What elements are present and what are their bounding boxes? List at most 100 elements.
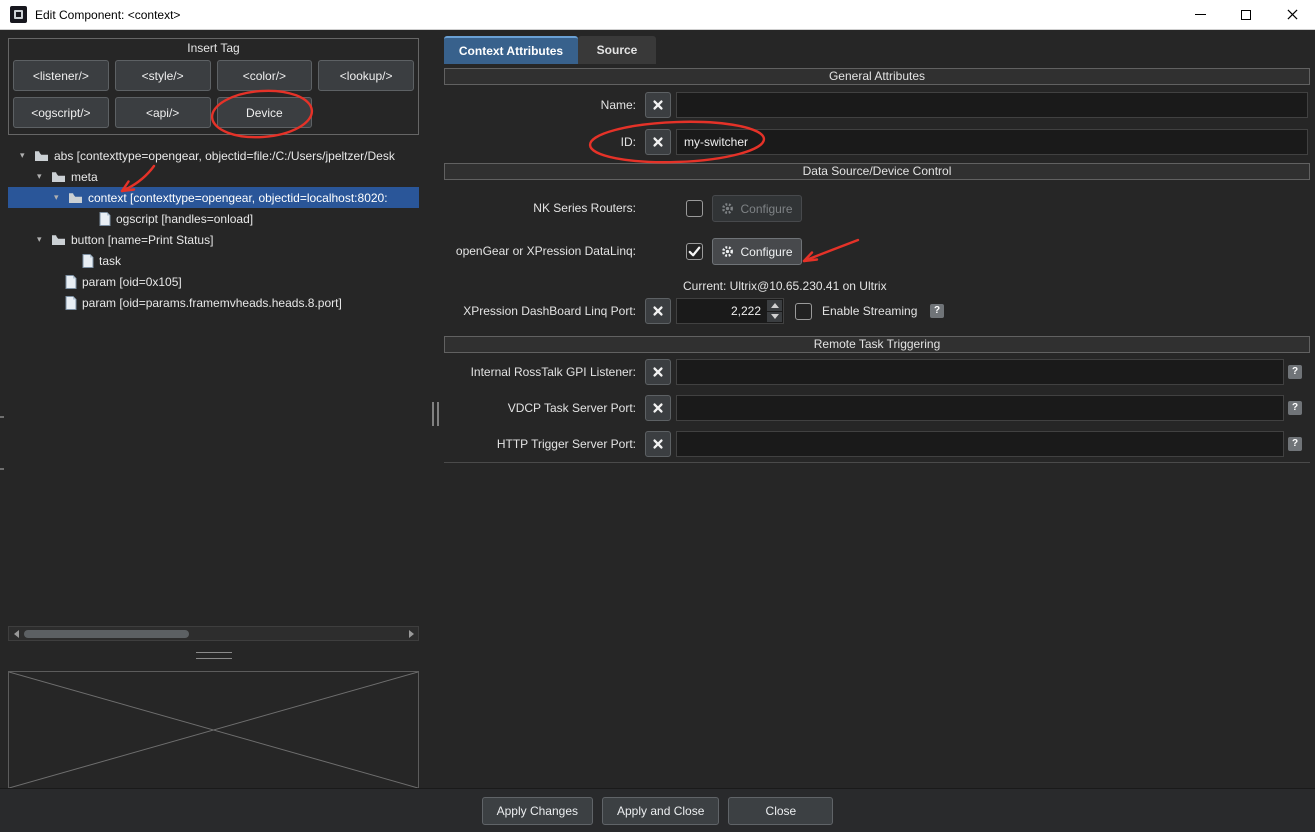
left-arrow-icon (13, 629, 19, 638)
tree-item-context[interactable]: ▾ context [contexttype=opengear, objecti… (8, 187, 419, 208)
minimize-icon (1194, 14, 1206, 15)
clear-port-button[interactable] (645, 298, 671, 324)
section-header-general: General Attributes (444, 68, 1310, 85)
insert-lookup-button[interactable]: <lookup/> (318, 60, 414, 91)
linq-port-value: 2,222 (730, 304, 761, 318)
id-label: ID: (620, 135, 636, 149)
http-help-badge[interactable]: ? (1288, 437, 1302, 451)
insert-tag-group: Insert Tag <listener/> <style/> <color/>… (8, 38, 419, 135)
tree-item-task[interactable]: task (8, 250, 419, 271)
tree-item-label: param [oid=0x105] (82, 274, 182, 289)
close-dialog-button[interactable]: Close (728, 796, 834, 825)
section-header-device-control: Data Source/Device Control (444, 163, 1310, 180)
tree-item-abs[interactable]: ▾ abs [contexttype=opengear, objectid=fi… (8, 145, 419, 166)
nk-routers-checkbox[interactable] (686, 200, 703, 217)
file-icon (82, 253, 94, 268)
insert-ogscript-button[interactable]: <ogscript/> (13, 97, 109, 128)
clear-name-button[interactable] (645, 92, 671, 118)
streaming-help-badge[interactable]: ? (930, 304, 944, 318)
gpi-listener-input[interactable] (676, 359, 1284, 385)
tree-item-label: task (99, 253, 122, 268)
tree-item-param-0x105[interactable]: param [oid=0x105] (8, 271, 419, 292)
name-label: Name: (600, 98, 636, 112)
tree-item-meta[interactable]: ▾ meta (8, 166, 419, 187)
name-input[interactable] (676, 92, 1308, 118)
configure-button-label: Configure (740, 201, 793, 216)
tree-item-label: abs [contexttype=opengear, objectid=file… (54, 148, 395, 163)
tab-context-attributes[interactable]: Context Attributes (444, 36, 578, 64)
clear-vdcp-port-button[interactable] (645, 395, 671, 421)
clear-id-button[interactable] (645, 129, 671, 155)
spinner-buttons (766, 299, 783, 323)
annotation-arrowhead-configure (802, 251, 819, 263)
check-icon (688, 246, 701, 257)
gpi-listener-label: Internal RossTalk GPI Listener: (470, 365, 636, 379)
maximize-icon (1241, 9, 1251, 20)
insert-style-button[interactable]: <style/> (114, 60, 211, 91)
x-icon (653, 137, 663, 147)
expand-arrow-icon[interactable]: ▾ (37, 234, 51, 245)
http-port-input[interactable] (676, 431, 1284, 457)
datalinq-configure-button[interactable]: Configure (712, 238, 802, 265)
x-icon (653, 100, 663, 110)
enable-streaming-checkbox[interactable] (795, 303, 812, 320)
scroll-left-button[interactable] (9, 627, 23, 640)
scrollbar-thumb[interactable] (24, 630, 189, 638)
gear-icon (722, 203, 734, 214)
close-button[interactable] (1269, 0, 1315, 29)
preview-pane (8, 671, 419, 789)
configure-button-label: Configure (740, 244, 793, 259)
clear-http-port-button[interactable] (645, 431, 671, 457)
file-icon (65, 295, 77, 310)
expand-arrow-icon[interactable]: ▾ (37, 171, 51, 182)
gpi-help-badge[interactable]: ? (1288, 365, 1302, 379)
section-header-remote-task: Remote Task Triggering (444, 336, 1310, 353)
apply-changes-button[interactable]: Apply Changes (481, 796, 593, 825)
x-icon (653, 367, 663, 377)
scroll-right-button[interactable] (404, 627, 418, 640)
x-icon (653, 439, 663, 449)
horizontal-splitter[interactable] (196, 652, 232, 659)
spinner-down-button[interactable] (767, 311, 782, 322)
component-tree: ▾ abs [contexttype=opengear, objectid=fi… (8, 145, 419, 625)
down-arrow-icon (770, 314, 779, 320)
insert-tag-title: Insert Tag (187, 41, 240, 55)
tree-item-label: param [oid=params.framemvheads.heads.8.p… (82, 295, 342, 310)
vdcp-help-badge[interactable]: ? (1288, 401, 1302, 415)
left-dock-handle[interactable] (0, 416, 4, 470)
insert-color-button[interactable]: <color/> (216, 60, 313, 91)
spinner-up-button[interactable] (767, 300, 782, 311)
expand-arrow-icon[interactable]: ▾ (20, 150, 34, 161)
tree-item-label: button [name=Print Status] (71, 232, 214, 247)
tree-item-label: meta (71, 169, 98, 184)
insert-device-button[interactable]: Device (216, 97, 313, 128)
tab-source[interactable]: Source (578, 36, 656, 64)
tree-item-ogscript[interactable]: ogscript [handles=onload] (8, 208, 419, 229)
http-label: HTTP Trigger Server Port: (496, 437, 636, 451)
x-icon (653, 306, 663, 316)
insert-listener-button[interactable]: <listener/> (13, 60, 109, 91)
tree-item-param-port[interactable]: param [oid=params.framemvheads.heads.8.p… (8, 292, 419, 313)
maximize-button[interactable] (1223, 0, 1269, 29)
apply-and-close-button[interactable]: Apply and Close (602, 796, 720, 825)
minimize-button[interactable] (1177, 0, 1223, 29)
insert-api-button[interactable]: <api/> (114, 97, 211, 128)
tree-horizontal-scrollbar[interactable] (8, 626, 419, 641)
section-end-line (444, 462, 1310, 463)
vdcp-label: VDCP Task Server Port: (507, 401, 636, 415)
folder-icon (69, 193, 82, 203)
clear-gpi-listener-button[interactable] (645, 359, 671, 385)
expand-arrow-icon[interactable]: ▾ (54, 192, 68, 203)
tree-item-button[interactable]: ▾ button [name=Print Status] (8, 229, 419, 250)
datalinq-checkbox[interactable] (686, 243, 703, 260)
vdcp-port-input[interactable] (676, 395, 1284, 421)
linq-port-spinner[interactable]: 2,222 (676, 298, 784, 324)
id-input[interactable]: my-switcher (676, 129, 1308, 155)
vertical-splitter[interactable] (429, 30, 443, 788)
nk-configure-button[interactable]: Configure (712, 195, 802, 222)
annotation-arrow-configure (802, 238, 860, 263)
insert-tag-buttons: <listener/> <style/> <color/> <lookup/> … (9, 58, 418, 132)
preview-placeholder-cross (8, 671, 419, 789)
splitter-grip-icon (432, 402, 439, 426)
close-icon (1286, 9, 1298, 20)
